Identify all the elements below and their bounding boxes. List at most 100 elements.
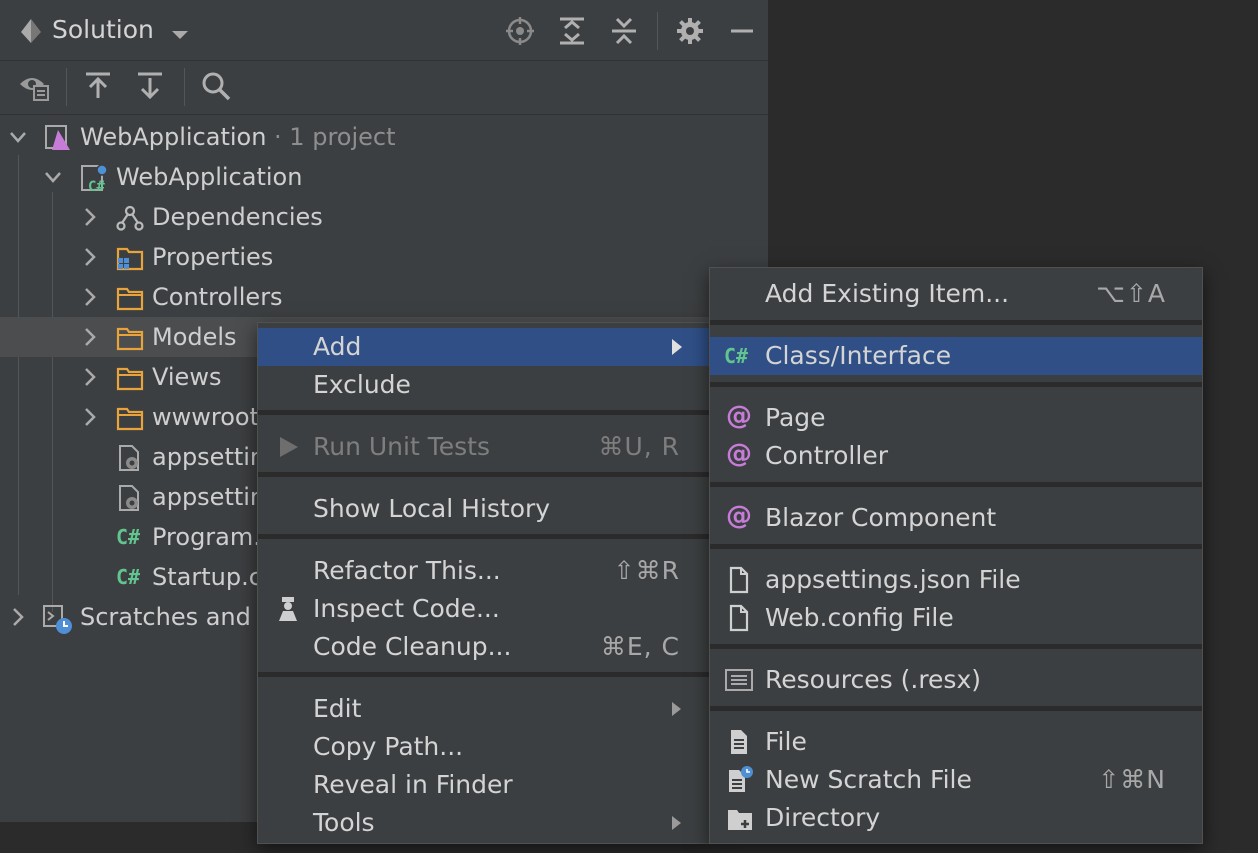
show-files-icon[interactable] (18, 70, 50, 102)
chevron-right-icon[interactable] (80, 357, 100, 397)
menu-item-label: Edit (313, 694, 362, 723)
chevron-right-icon[interactable] (80, 197, 100, 237)
file-icon (726, 566, 754, 594)
menu-item-run-unit-tests[interactable]: Run Unit Tests ⌘U, R (258, 428, 710, 466)
menu-item-label: Add Existing Item... (765, 279, 1010, 308)
menu-item-label: Reveal in Finder (313, 770, 513, 799)
folder-icon (116, 404, 144, 432)
menu-separator (258, 472, 710, 477)
toolbar-separator (184, 68, 185, 106)
tree-item-label: Properties (152, 243, 274, 271)
menu-item-reveal-in-finder[interactable]: Reveal in Finder (258, 766, 710, 804)
menu-item-add-existing-item[interactable]: Add Existing Item... ⌥⇧A (710, 275, 1202, 313)
menu-item-web-config-file[interactable]: Web.config File (710, 599, 1202, 637)
menu-item-label: Run Unit Tests (313, 432, 490, 461)
search-icon[interactable] (200, 70, 232, 102)
menu-item-label: Exclude (313, 370, 411, 399)
menu-item-label: Controller (765, 441, 888, 470)
menu-item-label: Page (765, 403, 826, 432)
dependencies-icon (116, 204, 144, 232)
tree-node-dependencies[interactable]: Dependencies (0, 197, 768, 237)
move-down-icon[interactable] (134, 70, 166, 102)
menu-item-label: Inspect Code... (313, 594, 500, 623)
header-separator (657, 12, 658, 50)
menu-item-label: Blazor Component (765, 503, 997, 532)
expand-all-icon[interactable] (557, 16, 587, 46)
locate-icon[interactable] (505, 16, 535, 46)
csharp-class-icon: C# (724, 344, 749, 368)
rider-logo-icon (18, 18, 44, 48)
menu-item-code-cleanup[interactable]: Code Cleanup... ⌘E, C (258, 628, 710, 666)
menu-item-class-interface[interactable]: C# Class/Interface (710, 337, 1202, 375)
move-up-icon[interactable] (82, 70, 114, 102)
chevron-right-icon[interactable] (8, 597, 28, 637)
menu-item-inspect-code[interactable]: Inspect Code... (258, 590, 710, 628)
gear-icon[interactable] (675, 16, 705, 46)
folder-icon (116, 364, 144, 392)
toolbar-separator (66, 68, 67, 106)
menu-item-label: Class/Interface (765, 341, 952, 370)
tree-node-solution[interactable]: WebApplication · 1 project (0, 117, 768, 157)
chevron-down-icon[interactable] (170, 26, 190, 45)
chevron-down-icon[interactable] (8, 117, 28, 157)
menu-item-label: New Scratch File (765, 765, 972, 794)
minimize-icon[interactable] (727, 16, 757, 46)
solution-icon (44, 124, 72, 152)
menu-item-directory[interactable]: Directory (710, 799, 1202, 837)
menu-item-show-local-history[interactable]: Show Local History (258, 490, 710, 528)
chevron-right-icon[interactable] (80, 277, 100, 317)
menu-item-label: Add (313, 332, 362, 361)
tree-node-controllers[interactable]: Controllers (0, 277, 768, 317)
solution-label: WebApplication (80, 123, 267, 151)
menu-separator (258, 672, 710, 677)
panel-toolbar (0, 60, 768, 115)
menu-item-copy-path[interactable]: Copy Path... (258, 728, 710, 766)
menu-item-page[interactable]: @ Page (710, 399, 1202, 437)
menu-item-refactor-this[interactable]: Refactor This... ⇧⌘R (258, 552, 710, 590)
menu-separator (258, 534, 710, 539)
csharp-file-icon: C# (116, 525, 141, 549)
menu-item-file[interactable]: File (710, 723, 1202, 761)
menu-item-label: Show Local History (313, 494, 551, 523)
tree-item-label: Views (152, 363, 222, 391)
chevron-right-icon[interactable] (80, 237, 100, 277)
submenu-arrow-icon (670, 804, 684, 853)
menu-separator (710, 320, 1202, 325)
chevron-right-icon[interactable] (80, 317, 100, 357)
tree-node-project[interactable]: C# WebApplication (0, 157, 768, 197)
menu-item-label: appsettings.json File (765, 565, 1021, 594)
menu-item-shortcut: ⌘E, C (600, 632, 680, 661)
menu-item-controller[interactable]: @ Controller (710, 437, 1202, 475)
menu-item-resources-resx[interactable]: Resources (.resx) (710, 661, 1202, 699)
properties-folder-icon (116, 244, 144, 272)
tree-item-label: Controllers (152, 283, 283, 311)
chevron-right-icon[interactable] (80, 397, 100, 437)
panel-header: Solution (0, 0, 768, 61)
csharp-file-icon: C# (116, 565, 141, 589)
collapse-all-icon[interactable] (609, 16, 639, 46)
menu-item-edit[interactable]: Edit (258, 690, 710, 728)
menu-item-label: Code Cleanup... (313, 632, 512, 661)
tree-node-properties[interactable]: Properties (0, 237, 768, 277)
folder-icon (116, 324, 144, 352)
csharp-project-icon: C# (80, 164, 108, 195)
menu-separator (710, 482, 1202, 487)
menu-item-label: Refactor This... (313, 556, 501, 585)
blazor-component-icon: @ (726, 501, 752, 531)
menu-item-tools[interactable]: Tools (258, 804, 710, 842)
menu-item-add[interactable]: Add (258, 328, 710, 366)
menu-item-new-scratch-file[interactable]: New Scratch File ⇧⌘N (710, 761, 1202, 799)
folder-add-icon (726, 804, 754, 832)
menu-item-exclude[interactable]: Exclude (258, 366, 710, 404)
text-file-icon (726, 728, 754, 756)
menu-item-label: Resources (.resx) (765, 665, 982, 694)
menu-item-appsettings-json-file[interactable]: appsettings.json File (710, 561, 1202, 599)
menu-item-label: Web.config File (765, 603, 954, 632)
resources-icon (724, 666, 753, 694)
folder-icon (116, 284, 144, 312)
chevron-down-icon[interactable] (43, 157, 63, 197)
menu-separator (710, 644, 1202, 649)
panel-title[interactable]: Solution (52, 15, 154, 44)
menu-item-label: Directory (765, 803, 881, 832)
menu-item-blazor-component[interactable]: @ Blazor Component (710, 499, 1202, 537)
